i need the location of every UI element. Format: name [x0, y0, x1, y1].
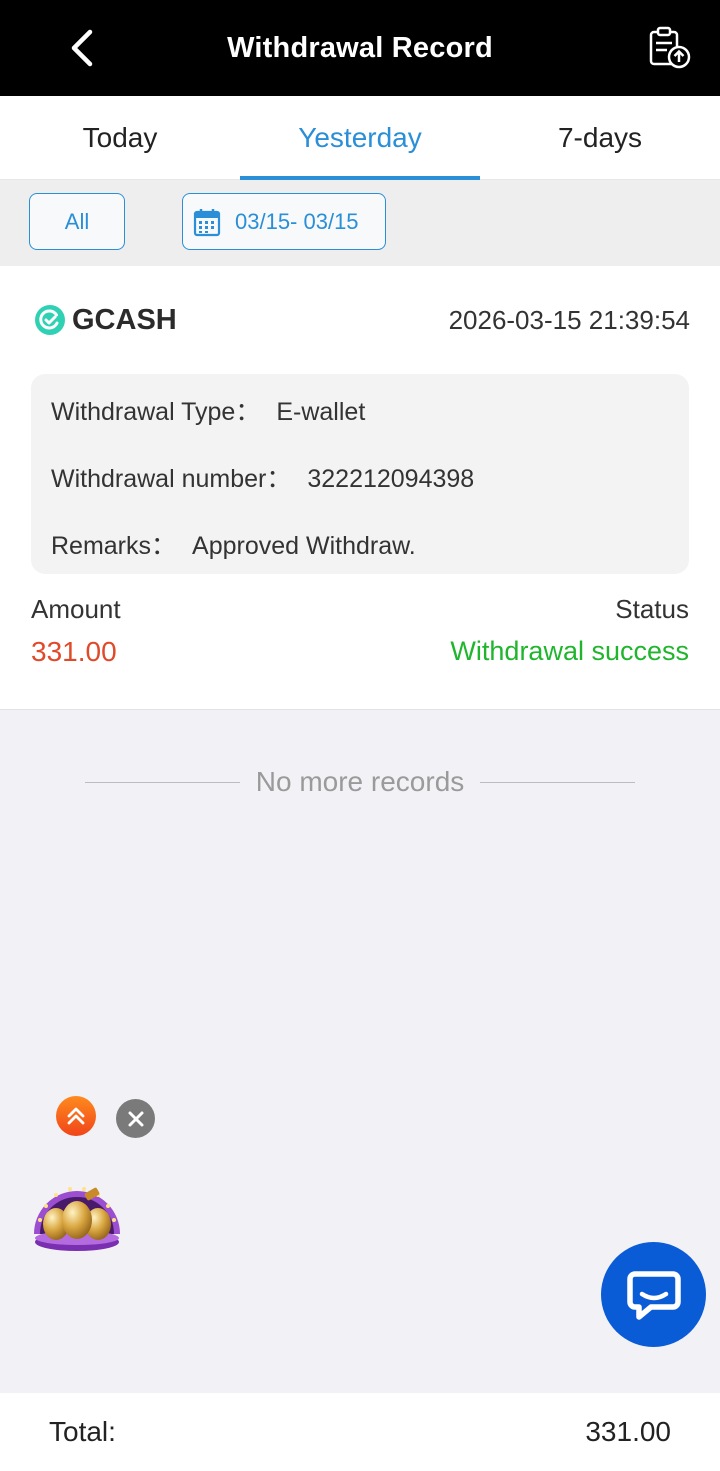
record-datetime: 2026-03-15 21:39:54	[448, 304, 690, 335]
close-icon	[128, 1111, 143, 1126]
tab-today[interactable]: Today	[0, 96, 240, 179]
date-tabs: Today Yesterday 7-days	[0, 96, 720, 180]
divider-left	[85, 781, 240, 783]
calendar-icon	[193, 207, 221, 237]
page-title: Withdrawal Record	[227, 31, 493, 64]
divider-right	[480, 781, 636, 783]
records-button[interactable]	[644, 24, 696, 72]
date-range-label: 03/15- 03/15	[235, 208, 359, 234]
payment-method: GCASH	[34, 304, 177, 337]
tab-7-days[interactable]: 7-days	[480, 96, 720, 179]
chevron-left-icon	[71, 29, 93, 67]
record-details: Withdrawal Type： E-wallet Withdrawal numb…	[31, 374, 689, 574]
withdrawal-number-value: 322212094398	[307, 465, 475, 493]
record-header: GCASH 2026-03-15 21:39:54	[34, 302, 690, 338]
chat-icon	[626, 1270, 681, 1320]
amount-label: Amount	[31, 594, 121, 624]
filter-bar: All 03/15- 03/15	[0, 180, 720, 266]
withdrawal-number-row: Withdrawal number： 322212094398	[51, 459, 474, 495]
gcash-logo-icon	[34, 304, 66, 336]
scroll-top-button[interactable]	[56, 1096, 96, 1136]
withdrawal-record-card[interactable]: GCASH 2026-03-15 21:39:54 Withdrawal Typ…	[0, 266, 720, 710]
payment-method-name: GCASH	[72, 303, 177, 336]
close-promo-button[interactable]	[116, 1099, 155, 1138]
remarks-label: Remarks：	[51, 532, 177, 560]
date-range-button[interactable]: 03/15- 03/15	[182, 193, 386, 250]
list-end-indicator: No more records	[85, 762, 636, 802]
back-button[interactable]	[58, 24, 106, 72]
filter-all-button[interactable]: All	[29, 193, 125, 250]
double-chevron-up-icon	[67, 1107, 85, 1125]
total-label: Total:	[49, 1416, 116, 1447]
withdrawal-type-row: Withdrawal Type： E-wallet	[51, 392, 365, 428]
status-value: Withdrawal success	[450, 636, 689, 666]
clipboard-upload-icon	[649, 26, 691, 69]
withdrawal-type-label: Withdrawal Type：	[51, 398, 261, 426]
top-bar: Withdrawal Record	[0, 0, 720, 96]
status-label: Status	[615, 594, 689, 624]
customer-support-button[interactable]	[601, 1242, 706, 1347]
remarks-row: Remarks： Approved Withdraw.	[51, 526, 416, 562]
tab-yesterday[interactable]: Yesterday	[240, 96, 480, 180]
amount-value: 331.00	[31, 636, 117, 667]
withdrawal-type-value: E-wallet	[276, 398, 366, 426]
total-value: 331.00	[585, 1416, 671, 1447]
withdrawal-number-label: Withdrawal number：	[51, 465, 292, 493]
list-end-text: No more records	[255, 766, 465, 797]
remarks-value: Approved Withdraw.	[192, 532, 416, 560]
golden-egg-promo-icon[interactable]	[30, 1172, 124, 1258]
total-bar: Total: 331.00	[0, 1393, 720, 1471]
